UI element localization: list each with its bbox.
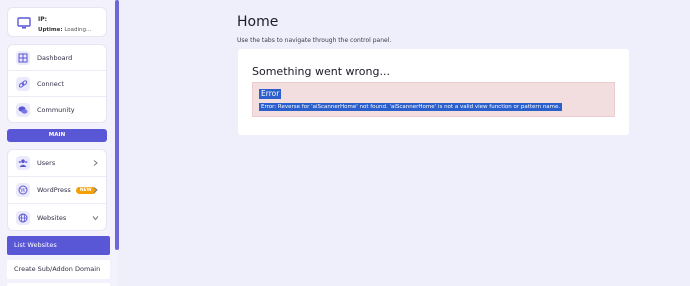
server-info-card: IP: Uptime: Loading... xyxy=(7,7,107,37)
nav-label-dashboard: Dashboard xyxy=(37,53,73,62)
nav-label-users: Users xyxy=(37,159,56,167)
users-icon xyxy=(16,156,30,170)
ip-label: IP: xyxy=(38,16,48,23)
nav-label-wordpress: WordPress xyxy=(37,186,71,194)
nav-label-websites: Websites xyxy=(37,213,67,222)
uptime-text: Uptime: Loading... xyxy=(38,27,91,33)
svg-text:W: W xyxy=(20,188,26,194)
uptime-label: Uptime: xyxy=(38,27,63,33)
grid-icon xyxy=(16,50,30,65)
sidebar: IP: Uptime: Loading... Dashboard Connect… xyxy=(0,0,118,286)
sidebar-scrollbar[interactable] xyxy=(115,0,119,250)
nav-item-wordpress[interactable]: W WordPress NEW xyxy=(8,177,106,204)
nav-item-users[interactable]: Users xyxy=(8,150,106,177)
chevron-right-icon xyxy=(93,160,98,166)
wordpress-icon: W xyxy=(16,183,30,197)
chevron-right-icon xyxy=(93,187,98,193)
top-nav-card: Dashboard Connect Community xyxy=(7,44,107,123)
nav-label-community: Community xyxy=(37,106,75,114)
error-message: Error: Reverse for 'aiScannerHome' not f… xyxy=(259,103,563,111)
monitor-icon xyxy=(17,17,31,29)
submenu-create-sub-addon-domain[interactable]: Create Sub/Addon Domain xyxy=(7,260,110,279)
content-panel: Something went wrong... Error Error: Rev… xyxy=(238,49,629,135)
main-nav-card: Users W WordPress NEW Websites xyxy=(7,149,107,231)
nav-item-connect[interactable]: Connect xyxy=(8,71,106,97)
nav-label-connect: Connect xyxy=(37,79,64,88)
uptime-value: Loading... xyxy=(64,27,92,33)
error-label: Error xyxy=(259,89,282,99)
link-icon xyxy=(16,76,30,91)
error-heading: Something went wrong... xyxy=(252,65,390,78)
section-main-label: MAIN xyxy=(7,129,107,142)
globe-icon xyxy=(16,210,30,225)
page-subtitle: Use the tabs to navigate through the con… xyxy=(237,37,392,44)
page-title: Home xyxy=(237,14,279,30)
error-alert: Error Error: Reverse for 'aiScannerHome'… xyxy=(252,82,615,117)
submenu-list-websites[interactable]: List Websites xyxy=(7,236,110,255)
chat-icon xyxy=(16,103,30,117)
nav-item-websites[interactable]: Websites xyxy=(8,204,106,230)
nav-item-community[interactable]: Community xyxy=(8,97,106,122)
nav-item-dashboard[interactable]: Dashboard xyxy=(8,45,106,71)
chevron-down-icon xyxy=(92,215,99,220)
